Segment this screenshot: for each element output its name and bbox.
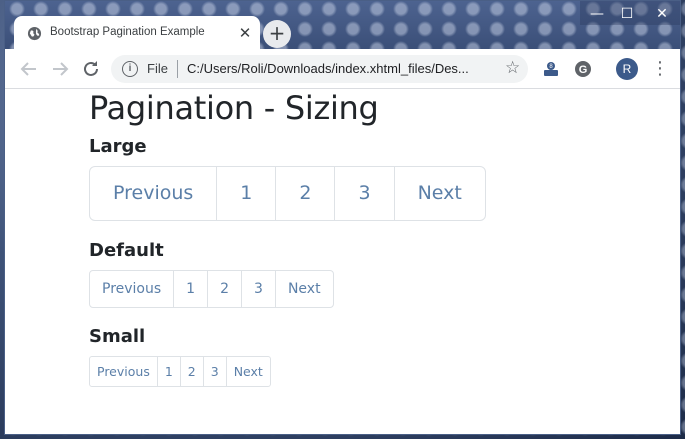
page-link-2[interactable]: 2 xyxy=(275,167,334,220)
tab-title: Bootstrap Pagination Example xyxy=(50,26,205,38)
url-scheme-label: File xyxy=(147,61,168,76)
svg-text:G: G xyxy=(579,64,588,76)
globe-icon xyxy=(27,26,42,41)
page-link-previous[interactable]: Previous xyxy=(90,357,157,386)
star-icon[interactable]: ☆ xyxy=(505,58,520,78)
section-label-small: Small xyxy=(89,326,146,347)
pagination-default: Previous 1 2 3 Next xyxy=(89,270,334,308)
page-link-3[interactable]: 3 xyxy=(241,271,275,307)
page-link-previous[interactable]: Previous xyxy=(90,271,173,307)
page-content: Pagination - Sizing Large Previous 1 2 3… xyxy=(5,89,680,434)
address-bar[interactable]: i File C:/Users/Roli/Downloads/index.xht… xyxy=(111,55,528,83)
active-tab[interactable]: Bootstrap Pagination Example ✕ xyxy=(14,16,260,50)
tab-close-icon[interactable]: ✕ xyxy=(236,24,254,42)
browser-window: — ☐ ✕ Bootstrap Pagination Example ✕ + i… xyxy=(4,0,681,435)
tab-strip: — ☐ ✕ Bootstrap Pagination Example ✕ + xyxy=(5,1,680,50)
omnibox-divider xyxy=(177,60,178,78)
close-window-button[interactable]: ✕ xyxy=(642,3,680,25)
page-link-2[interactable]: 2 xyxy=(207,271,241,307)
reload-icon[interactable] xyxy=(79,57,103,81)
menu-icon[interactable]: ⋮ xyxy=(651,57,669,81)
page-link-2[interactable]: 2 xyxy=(179,357,203,386)
profile-avatar[interactable]: R xyxy=(616,58,638,80)
page-title: Pagination - Sizing xyxy=(89,89,379,127)
maximize-button[interactable]: ☐ xyxy=(612,3,642,25)
page-link-next[interactable]: Next xyxy=(225,357,270,386)
grammarly-icon[interactable]: G xyxy=(573,59,593,79)
section-label-default: Default xyxy=(89,240,164,261)
page-link-previous[interactable]: Previous xyxy=(90,167,216,220)
back-arrow-icon[interactable] xyxy=(17,57,41,81)
page-link-3[interactable]: 3 xyxy=(202,357,226,386)
page-link-next[interactable]: Next xyxy=(274,271,333,307)
forward-arrow-icon[interactable] xyxy=(48,57,72,81)
page-link-1[interactable]: 1 xyxy=(156,357,180,386)
section-label-large: Large xyxy=(89,136,147,157)
new-tab-button[interactable]: + xyxy=(263,20,291,48)
pagination-small: Previous 1 2 3 Next xyxy=(89,356,271,387)
page-link-3[interactable]: 3 xyxy=(334,167,393,220)
info-icon[interactable]: i xyxy=(122,61,138,77)
url-text[interactable]: C:/Users/Roli/Downloads/index.xhtml_file… xyxy=(187,61,469,76)
pagination-large: Previous 1 2 3 Next xyxy=(89,166,486,221)
browser-toolbar: i File C:/Users/Roli/Downloads/index.xht… xyxy=(5,49,680,89)
page-link-1[interactable]: 1 xyxy=(173,271,207,307)
page-link-1[interactable]: 1 xyxy=(216,167,275,220)
page-link-next[interactable]: Next xyxy=(393,167,485,220)
extension-icon[interactable]: 8 xyxy=(541,59,561,79)
minimize-button[interactable]: — xyxy=(582,3,612,25)
